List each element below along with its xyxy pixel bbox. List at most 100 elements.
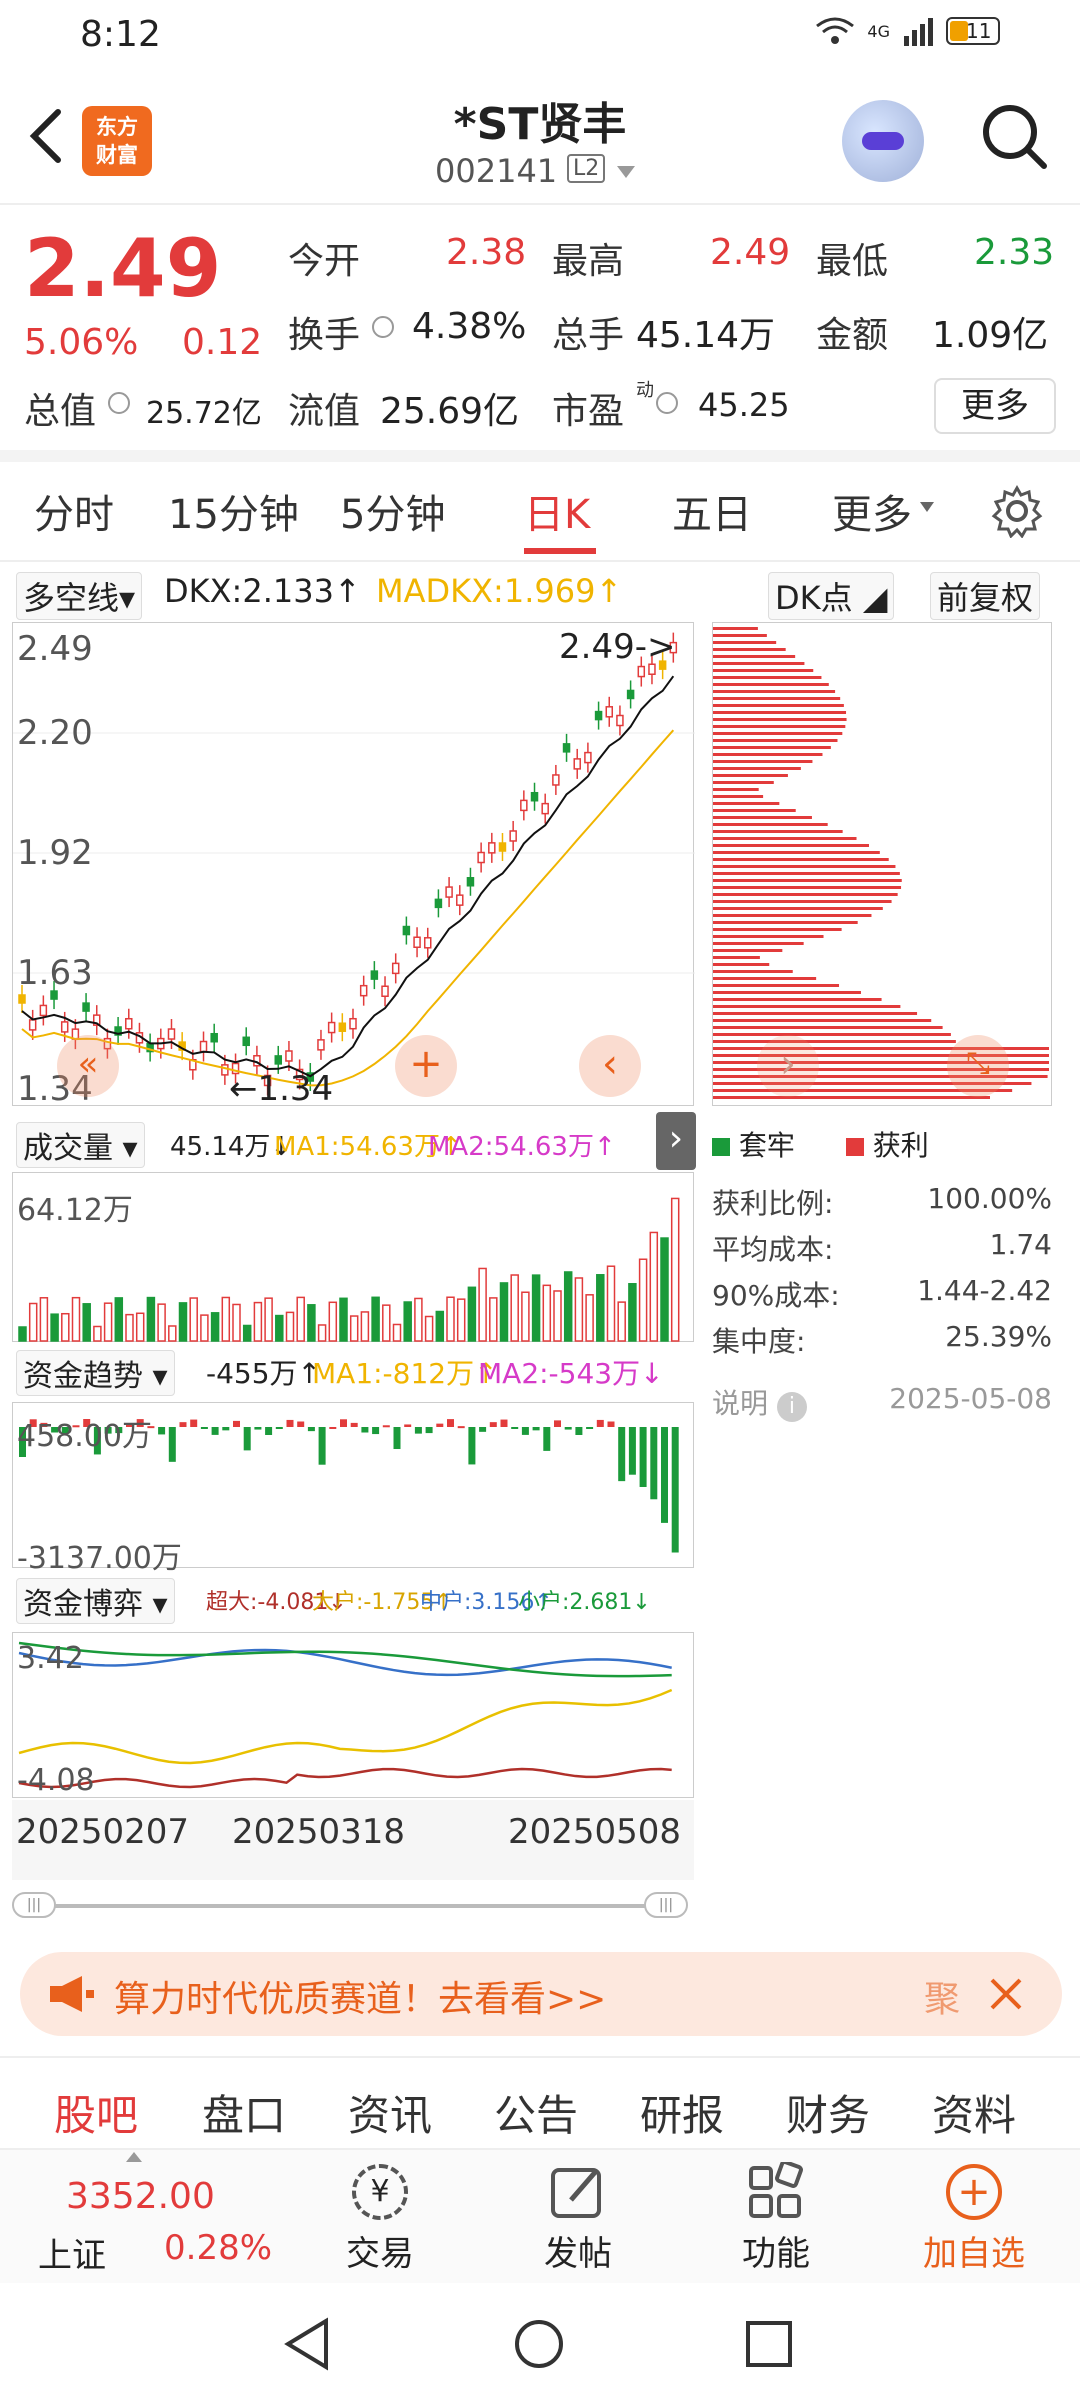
tab-financials[interactable]: 财务	[786, 2082, 870, 2143]
chip-note-row: 说明 i 2025-05-08	[712, 1382, 1052, 1422]
fund-trend-bar	[532, 1427, 540, 1431]
dk-point-button[interactable]: DK点 ◢	[768, 572, 895, 620]
fund-trend-bar	[372, 1427, 380, 1435]
tab-announcements[interactable]: 公告	[494, 2082, 578, 2143]
volume-bar	[467, 1286, 477, 1342]
tab-research[interactable]: 研报	[640, 2082, 724, 2143]
fund-trend-bar	[661, 1427, 668, 1523]
fund-trend-bar	[468, 1427, 476, 1465]
candle-body	[125, 1017, 133, 1030]
fund-game-chart[interactable]: 3.42 -4.08	[12, 1632, 694, 1798]
tab-forum[interactable]: 股吧	[54, 2082, 138, 2143]
fund-trend-chart[interactable]: 458.00万 -3137.00万	[12, 1402, 694, 1576]
close-icon[interactable]	[986, 1974, 1026, 2014]
high-label: 最高	[552, 241, 625, 282]
add-watchlist-button[interactable]: + 加自选	[914, 2150, 1034, 2285]
tab-daily-k[interactable]: 日K	[524, 482, 590, 540]
trade-button[interactable]: ¥ 交易	[330, 2150, 430, 2285]
volume-bar	[553, 1290, 562, 1342]
tab-intraday[interactable]: 分时	[34, 482, 114, 540]
fund-trend-bar	[350, 1422, 358, 1427]
chip-distribution-chart[interactable]: › ⤡	[712, 622, 1052, 1106]
info-icon[interactable]: i	[776, 1392, 807, 1422]
nav-back-icon[interactable]	[282, 2317, 332, 2371]
kline-chart[interactable]: 2.49 2.20 1.92 1.63 1.34 2.49-> ←1.34 « …	[12, 622, 695, 1109]
float-value: 25.69亿	[380, 391, 520, 432]
chevron-up-icon[interactable]	[126, 2152, 142, 2162]
tab-15min[interactable]: 15分钟	[168, 482, 299, 540]
crosshair-plus-icon[interactable]: +	[395, 1035, 457, 1097]
adjust-button[interactable]: 前复权	[930, 572, 1041, 620]
chevron-down-icon[interactable]	[617, 166, 635, 178]
note-label[interactable]: 说明	[712, 1387, 768, 1420]
candle-body	[413, 936, 421, 948]
min-price-label: ←1.34	[229, 1069, 334, 1109]
tab-5min[interactable]: 5分钟	[340, 482, 445, 540]
candle-body	[221, 1064, 229, 1076]
chip-bar	[713, 991, 861, 994]
range-handle-right[interactable]: |||	[644, 1892, 688, 1918]
volume-chart[interactable]: 64.12万	[12, 1172, 694, 1342]
tab-five-day[interactable]: 五日	[672, 482, 752, 540]
expand-icon[interactable]: ⤡	[947, 1035, 1009, 1097]
nav-home-icon[interactable]	[512, 2317, 566, 2371]
panel-toggle-icon[interactable]: ›	[656, 1112, 696, 1170]
volume-bar	[103, 1302, 113, 1342]
volume-bar	[82, 1303, 91, 1342]
candle-body	[562, 743, 571, 753]
range-scrollbar[interactable]: ||| |||	[12, 1892, 688, 1918]
info-icon[interactable]	[656, 392, 678, 414]
index-ticker[interactable]: 3352.00 上证 0.28%	[0, 2150, 272, 2285]
volume-value: 45.14万	[636, 315, 776, 356]
volume-bar	[414, 1297, 423, 1342]
function-button[interactable]: 功能	[726, 2150, 826, 2285]
search-icon[interactable]	[978, 100, 1050, 172]
range-handle-left[interactable]: |||	[12, 1892, 56, 1918]
fund-game-top: 3.42	[17, 1641, 84, 1676]
post-button[interactable]: 发帖	[528, 2150, 628, 2285]
info-icon[interactable]	[108, 392, 130, 414]
chip-stat-row: 平均成本: 1.74	[712, 1228, 1052, 1268]
divider	[0, 450, 1080, 462]
chevron-down-icon[interactable]	[920, 502, 934, 512]
promo-banner[interactable]: 算力时代优质赛道！去看看>> 聚	[20, 1952, 1062, 2036]
chip-bar	[713, 858, 889, 861]
tab-orderbook[interactable]: 盘口	[202, 2082, 286, 2143]
chevron-left-icon[interactable]: ‹	[579, 1035, 641, 1097]
stat-label: 平均成本:	[712, 1233, 834, 1266]
plus-circle-icon: +	[946, 2164, 1002, 2220]
change-amount: 0.12	[182, 322, 263, 363]
chip-svg	[713, 627, 1049, 1099]
chevron-right-icon[interactable]: ›	[757, 1035, 819, 1097]
fund-trend-bar	[329, 1426, 337, 1429]
open-label: 今开	[288, 241, 361, 282]
chip-bar	[713, 921, 858, 924]
chip-bar	[713, 634, 767, 637]
more-button[interactable]: 更多	[934, 378, 1056, 434]
volume-bar	[456, 1298, 466, 1342]
gear-icon[interactable]	[990, 484, 1044, 538]
volume-bar	[660, 1237, 669, 1342]
chip-bar	[713, 767, 801, 770]
scroll-left-icon[interactable]: «	[57, 1035, 119, 1097]
tab-more[interactable]: 更多	[832, 482, 912, 540]
legend-trap-swatch	[712, 1138, 730, 1156]
volume-bar	[403, 1301, 412, 1342]
fund-trend-select[interactable]: 资金趋势 ▾	[16, 1350, 175, 1396]
indicator-select[interactable]: 多空线▾	[16, 572, 143, 620]
chip-bar	[713, 844, 870, 847]
volume-indicator-select[interactable]: 成交量 ▾	[16, 1122, 145, 1168]
fund-trend-bar	[404, 1424, 412, 1427]
info-icon[interactable]	[372, 316, 394, 338]
chip-bar	[713, 1019, 932, 1022]
candle-body	[39, 1004, 48, 1017]
fund-game-select[interactable]: 资金博弈 ▾	[16, 1578, 175, 1624]
chip-bar	[713, 1033, 951, 1036]
chip-bar	[713, 711, 847, 714]
volume-bar	[392, 1323, 402, 1342]
tab-profile[interactable]: 资料	[932, 2082, 1016, 2143]
index-value: 3352.00	[66, 2176, 215, 2217]
nav-recents-icon[interactable]	[744, 2319, 794, 2369]
tab-news[interactable]: 资讯	[348, 2082, 432, 2143]
l2-badge[interactable]: L2	[567, 154, 606, 183]
